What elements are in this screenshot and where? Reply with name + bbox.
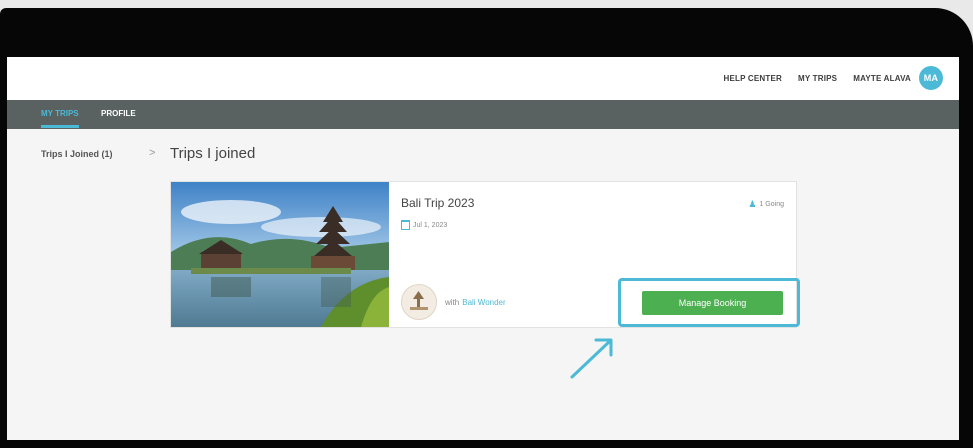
- trip-date: Jul 1, 2023: [401, 220, 447, 230]
- main-content: Trips I Joined (1) > Trips I joined Bali…: [7, 129, 959, 440]
- with-label: with: [445, 297, 460, 307]
- going-count: ♟ 1 Going: [748, 199, 784, 210]
- calendar-icon: [401, 220, 410, 230]
- my-trips-link[interactable]: MY TRIPS: [798, 74, 837, 83]
- tab-profile[interactable]: PROFILE: [101, 109, 136, 118]
- tab-my-trips[interactable]: MY TRIPS: [41, 109, 79, 118]
- person-icon: ♟: [748, 199, 757, 209]
- top-navigation: HELP CENTER MY TRIPS MAYTE ALAVA MA: [723, 66, 943, 90]
- sidebar-item-trips-joined[interactable]: Trips I Joined (1): [41, 149, 113, 159]
- sub-navigation: MY TRIPS PROFILE: [7, 100, 959, 129]
- trip-image[interactable]: [171, 182, 389, 327]
- chevron-right-icon: >: [149, 147, 156, 159]
- going-count-text: 1 Going: [759, 201, 784, 208]
- app-window: HELP CENTER MY TRIPS MAYTE ALAVA MA MY T…: [7, 57, 959, 440]
- pointer-arrow-icon: [570, 338, 613, 379]
- trip-title[interactable]: Bali Trip 2023: [401, 196, 474, 210]
- active-tab-indicator: [41, 125, 79, 128]
- operator-link[interactable]: Bali Wonder: [462, 298, 505, 307]
- operator-info: with Bali Wonder: [401, 284, 506, 320]
- page-title: Trips I joined: [170, 145, 256, 162]
- user-name[interactable]: MAYTE ALAVA: [853, 74, 911, 83]
- top-header: HELP CENTER MY TRIPS MAYTE ALAVA MA: [7, 57, 959, 100]
- avatar[interactable]: MA: [919, 66, 943, 90]
- highlight-box: [618, 278, 800, 327]
- operator-logo: [401, 284, 437, 320]
- help-center-link[interactable]: HELP CENTER: [723, 74, 782, 83]
- trip-date-text: Jul 1, 2023: [413, 221, 448, 229]
